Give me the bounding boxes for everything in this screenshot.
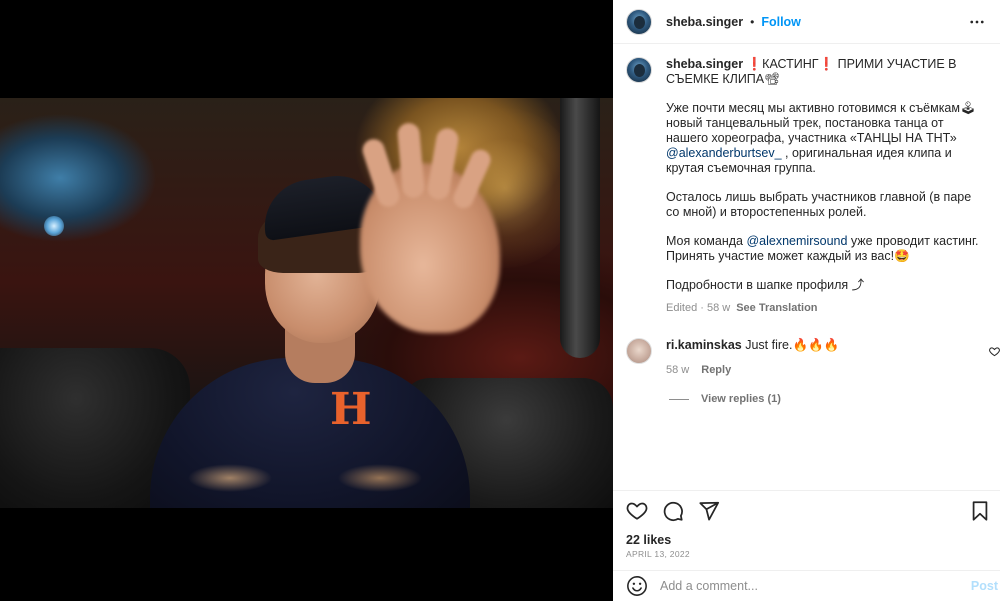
pipe [560,98,600,358]
caption-text: Уже почти месяц мы активно готовимся к с… [666,101,976,145]
caption-meta: Edited · 58 w See Translation [666,301,982,316]
reply-button[interactable]: Reply [701,364,731,376]
comment-item: ri.kaminskas Just fire.🔥🔥🔥 58 w Reply [613,316,1000,378]
comments-scroll-area[interactable]: sheba.singer ❗КАСТИНГ❗ ПРИМИ УЧАСТИЕ В С… [613,45,1000,489]
add-comment-input[interactable] [660,579,986,593]
comment-text-line: ri.kaminskas Just fire.🔥🔥🔥 [666,338,839,353]
comment-bubble-icon[interactable] [662,500,684,522]
shirt-logo: H [330,384,372,435]
commenter-avatar[interactable] [626,338,652,364]
caption-paragraph-2: Осталось лишь выбрать участников главной… [666,190,972,219]
view-replies-label: View replies (1) [701,393,781,405]
see-translation-button[interactable]: See Translation [736,302,817,314]
save-bookmark-icon[interactable] [970,500,990,522]
caption-paragraph-4: Подробности в шапке профиля ⤴ [666,278,865,292]
follow-button[interactable]: Follow [761,15,801,29]
comment-text: Just fire.🔥🔥🔥 [741,338,840,352]
comment-body: ri.kaminskas Just fire.🔥🔥🔥 58 w Reply [666,338,839,378]
avatar[interactable] [626,8,652,35]
replies-divider [669,398,689,400]
post-actions-bar [613,490,1000,530]
separator-dot: • [750,14,755,29]
caption-avatar[interactable] [626,57,652,83]
header-username[interactable]: sheba.singer [666,15,743,29]
commenter-username[interactable]: ri.kaminskas [666,338,742,352]
emoji-picker-icon[interactable] [626,575,648,597]
view-replies-button[interactable]: View replies (1) [613,378,1000,405]
caption-paragraph-3: Моя команда @alexnemirsound уже проводит… [666,234,982,264]
comment-composer: Post [613,570,1000,601]
likes-count[interactable]: 22 likes [626,533,671,547]
post-comment-button[interactable]: Post [971,579,998,593]
share-paper-plane-icon[interactable] [698,500,720,522]
post-side-panel: sheba.singer • Follow sheba.singer ❗КАСТ… [613,0,1000,601]
post-date[interactable]: April 13, 2022 [626,549,690,559]
caption-time: Edited · 58 w [666,302,731,314]
post-caption: sheba.singer ❗КАСТИНГ❗ ПРИМИ УЧАСТИЕ В С… [613,45,1000,316]
mention-link[interactable]: @alexnemirsound [746,234,847,248]
caption-paragraph-1: Уже почти месяц мы активно готовимся к с… [666,101,982,176]
post-media: H [0,0,613,601]
caption-body: sheba.singer ❗КАСТИНГ❗ ПРИМИ УЧАСТИЕ В С… [666,57,982,316]
caption-text: Моя команда [666,234,747,248]
post-photo[interactable]: H [0,98,613,508]
bokeh-lights [150,438,480,508]
caption-lead: sheba.singer ❗КАСТИНГ❗ ПРИМИ УЧАСТИЕ В С… [666,57,982,87]
blue-light [44,216,64,236]
like-heart-icon[interactable] [626,500,648,522]
comment-like-heart-icon[interactable] [989,344,1000,362]
comment-time: 58 w [666,364,690,376]
caption-username[interactable]: sheba.singer [666,57,743,71]
comment-meta: 58 w Reply [666,363,839,378]
post-header: sheba.singer • Follow [613,0,1000,44]
mention-link[interactable]: @alexanderburtsev_ [666,146,782,160]
more-options-icon[interactable] [968,13,986,36]
